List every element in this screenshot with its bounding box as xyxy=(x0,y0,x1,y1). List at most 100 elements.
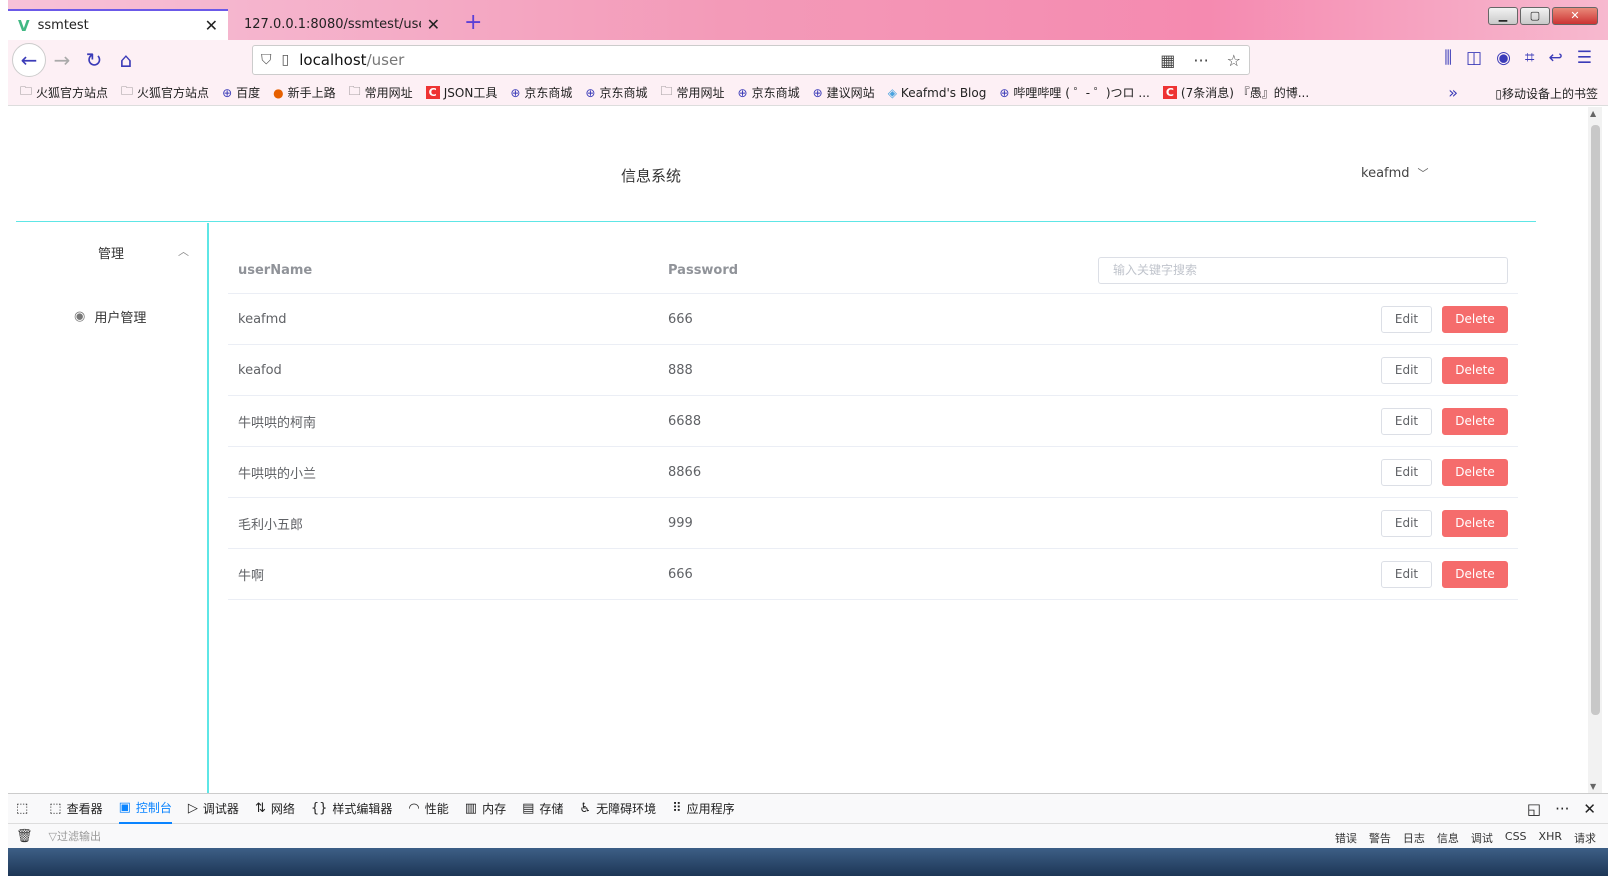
more-actions-icon[interactable]: ··· xyxy=(1193,51,1208,70)
tab-ssmtest[interactable]: V ssmtest ✕ xyxy=(8,9,228,40)
globe-icon: ⊕ xyxy=(585,85,596,100)
devtools-tab-label: 无障碍环境 xyxy=(596,802,657,816)
home-icon[interactable]: ⌂ xyxy=(110,44,142,76)
bookmark-item[interactable]: ⊕ 京东商城 xyxy=(510,84,572,101)
bookmark-item[interactable]: 🗀 常用网址 xyxy=(661,82,725,103)
mobile-bookmarks[interactable]: ▯移动设备上的书签 xyxy=(1495,85,1598,102)
bookmark-item[interactable]: C (7条消息) 『愚』的博... xyxy=(1162,84,1309,101)
cell-password: 888 xyxy=(668,362,693,378)
bookmark-item[interactable]: 🗀 火狐官方站点 xyxy=(20,82,108,103)
account-icon[interactable]: ◉ xyxy=(1496,48,1511,68)
log-level-toggle[interactable]: CSS xyxy=(1505,830,1527,846)
dock-icon[interactable]: ◱ xyxy=(1527,800,1541,818)
devtools-tab[interactable]: ◠ 性能 xyxy=(408,794,448,824)
sidebar-group-manage[interactable]: 管理 xyxy=(98,243,124,262)
bookmark-item[interactable]: ● 新手上路 xyxy=(273,84,336,101)
extension-icon[interactable]: ↩ xyxy=(1549,48,1563,68)
bookmark-item[interactable]: ⊕ 建议网站 xyxy=(813,84,875,101)
back-icon[interactable]: ← xyxy=(12,43,46,77)
page-icon: ▯ xyxy=(281,52,290,68)
log-level-toggle[interactable]: 信息 xyxy=(1437,830,1459,846)
bookmark-item[interactable]: ⊕ 哔哩哔哩 ( ゜- ゜)つロ ... xyxy=(999,84,1149,101)
edit-button[interactable]: Edit xyxy=(1381,407,1432,435)
cell-username: keafmd xyxy=(238,311,287,327)
minimize-icon[interactable]: ▁ xyxy=(1488,7,1518,25)
globe-icon: ⊕ xyxy=(222,85,233,100)
scroll-down-icon[interactable]: ▼ xyxy=(1590,782,1596,791)
delete-button[interactable]: Delete xyxy=(1442,560,1508,588)
devtools-tab[interactable]: ▤ 存储 xyxy=(522,794,563,824)
edit-button[interactable]: Edit xyxy=(1381,509,1432,537)
edit-button[interactable]: Edit xyxy=(1381,305,1432,333)
bookmark-star-icon[interactable]: ☆ xyxy=(1227,51,1241,70)
edit-button[interactable]: Edit xyxy=(1381,458,1432,486)
table-header: userName Password xyxy=(228,247,1518,294)
log-level-toggle[interactable]: 警告 xyxy=(1369,830,1391,846)
bookmark-item[interactable]: ⊕ 百度 xyxy=(222,84,260,101)
delete-button[interactable]: Delete xyxy=(1442,305,1508,333)
more-options-icon[interactable]: ··· xyxy=(1555,800,1569,818)
sidebar-icon[interactable]: ◫ xyxy=(1466,48,1482,68)
close-devtools-icon[interactable]: ✕ xyxy=(1583,800,1596,818)
qr-code-icon[interactable]: ▦ xyxy=(1160,51,1175,70)
bookmark-label: 京东商城 xyxy=(751,86,800,100)
sidebar-item-user-management[interactable]: ◉ 用户管理 xyxy=(74,307,146,326)
user-dropdown[interactable]: keafmd ﹀ xyxy=(1361,165,1429,181)
edit-button[interactable]: Edit xyxy=(1381,356,1432,384)
more-bookmarks-icon[interactable]: » xyxy=(1448,83,1458,102)
menu-icon[interactable]: ☰ xyxy=(1577,48,1592,68)
delete-button[interactable]: Delete xyxy=(1442,509,1508,537)
search-input[interactable] xyxy=(1098,256,1508,284)
forward-icon[interactable]: → xyxy=(46,44,78,76)
bookmark-item[interactable]: 🗀 常用网址 xyxy=(349,82,413,103)
browser-window: V ssmtest ✕ 127.0.0.1:8080/ssmtest/user/… xyxy=(8,0,1608,876)
delete-button[interactable]: Delete xyxy=(1442,356,1508,384)
devtools-controls: ◱ ··· ✕ xyxy=(1527,800,1596,818)
devtools-tab[interactable]: ♿ 无障碍环境 xyxy=(579,794,656,824)
devtools-tab[interactable]: ▣ 控制台 xyxy=(118,794,172,824)
reload-icon[interactable]: ↻ xyxy=(78,44,110,76)
bookmark-item[interactable]: ⊕ 京东商城 xyxy=(738,84,800,101)
chevron-up-icon[interactable]: ︿ xyxy=(178,243,189,259)
delete-button[interactable]: Delete xyxy=(1442,407,1508,435)
devtools-tab[interactable]: {} 样式编辑器 xyxy=(311,794,393,824)
delete-button[interactable]: Delete xyxy=(1442,458,1508,486)
log-level-toggle[interactable]: 日志 xyxy=(1403,830,1425,846)
screenshot-icon[interactable]: ⌗ xyxy=(1525,48,1535,68)
bookmark-item[interactable]: ◈ Keafmd's Blog xyxy=(888,86,987,100)
close-tab-icon[interactable]: ✕ xyxy=(205,16,218,35)
log-level-toggle[interactable]: 请求 xyxy=(1574,830,1596,846)
bookmark-label: 火狐官方站点 xyxy=(36,86,109,100)
log-level-toggle[interactable]: 调试 xyxy=(1471,830,1493,846)
devtools-tab[interactable]: ⠿ 应用程序 xyxy=(672,794,735,824)
network-icon: ⇅ xyxy=(254,801,266,816)
new-tab-icon[interactable]: + xyxy=(464,10,482,35)
devtools-tab[interactable]: ▷ 调试器 xyxy=(188,794,239,824)
page-scrollbar[interactable]: ▲ ▼ xyxy=(1588,107,1602,793)
log-level-toggle[interactable]: XHR xyxy=(1539,830,1562,846)
filter-input[interactable]: 过滤输出 xyxy=(57,828,101,844)
debugger-icon: ▷ xyxy=(187,801,198,816)
close-window-icon[interactable]: ✕ xyxy=(1552,7,1598,25)
application-icon: ⠿ xyxy=(672,801,682,816)
bookmark-item[interactable]: 🗀 火狐官方站点 xyxy=(121,82,209,103)
scroll-up-icon[interactable]: ▲ xyxy=(1590,109,1596,118)
maximize-icon[interactable]: ▢ xyxy=(1520,7,1550,25)
devtools-tab[interactable]: ▥ 内存 xyxy=(465,794,506,824)
devtools-tab-label: 内存 xyxy=(482,802,507,816)
element-picker-icon[interactable]: ⬚ xyxy=(16,794,33,824)
devtools-tab[interactable]: ⇅ 网络 xyxy=(255,794,295,824)
edit-button[interactable]: Edit xyxy=(1381,560,1432,588)
url-bar[interactable]: ⛉ ▯ localhost/user ▦ ··· ☆ xyxy=(252,45,1250,75)
app-header: 信息系统 keafmd ﹀ xyxy=(16,107,1536,222)
bookmark-item[interactable]: ⊕ 京东商城 xyxy=(585,84,647,101)
tab-findall[interactable]: 127.0.0.1:8080/ssmtest/user/findAll ✕ xyxy=(234,9,450,40)
devtools-tab[interactable]: ⬚ 查看器 xyxy=(49,794,102,824)
close-tab-icon[interactable]: ✕ xyxy=(427,15,440,34)
log-level-toggle[interactable]: 错误 xyxy=(1335,830,1357,846)
trash-icon[interactable]: 🗑 xyxy=(16,829,33,844)
bookmark-item[interactable]: C JSON工具 xyxy=(425,84,497,101)
table-row: 牛哄哄的小兰 8866 Edit Delete xyxy=(228,447,1518,498)
scrollbar-thumb[interactable] xyxy=(1591,125,1600,715)
library-icon[interactable]: ⫼ xyxy=(1444,48,1452,68)
